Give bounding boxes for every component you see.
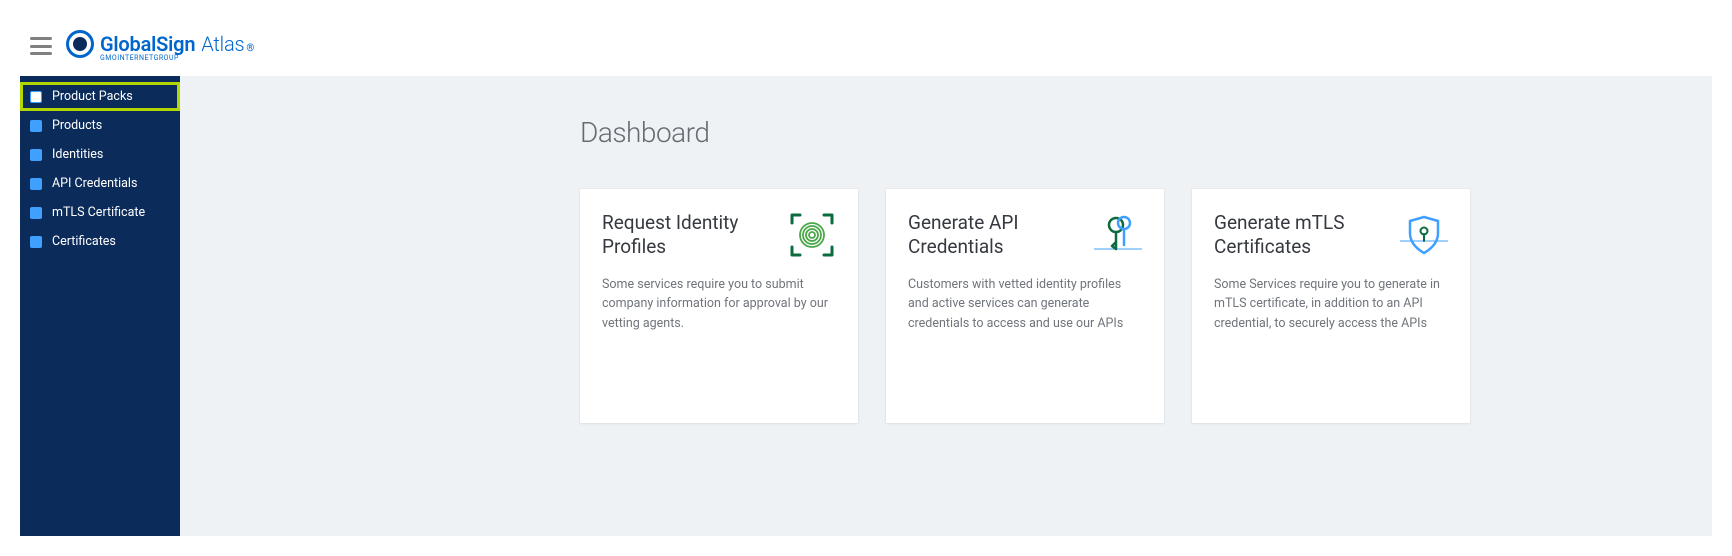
sidebar-item-identities[interactable]: Identities [20,140,180,169]
sidebar-item-api-credentials[interactable]: API Credentials [20,169,180,198]
logo-product: Atlas [201,32,244,56]
card-description: Customers with vetted identity profiles … [908,275,1142,333]
sidebar-item-label: Products [52,118,102,133]
box-icon [30,91,42,103]
logo[interactable]: GlobalSign Atlas ® GMOINTERNETGROUP [66,30,254,62]
sidebar-item-label: Product Packs [52,89,133,104]
id-icon [30,149,42,161]
topbar: GlobalSign Atlas ® GMOINTERNETGROUP [20,20,1712,76]
card-title: Request Identity Profiles [602,211,762,259]
shield-icon [1400,211,1448,259]
logo-brand: GlobalSign [100,32,195,56]
sidebar: Product Packs Products Identities API Cr… [20,76,180,536]
card-generate-api-credentials[interactable]: Generate API Credentials Customers with … [886,189,1164,423]
card-request-identity-profiles[interactable]: Request Identity Profiles Some services [580,189,858,423]
card-generate-mtls-certificates[interactable]: Generate mTLS Certificates Some Services… [1192,189,1470,423]
card-description: Some services require you to submit comp… [602,275,836,333]
main-content: Dashboard Request Identity Profiles [180,76,1712,536]
sidebar-item-mtls-certificate[interactable]: mTLS Certificate [20,198,180,227]
sidebar-item-label: Identities [52,147,103,162]
page-title: Dashboard [580,116,1672,149]
keys-icon [1094,211,1142,259]
shield-small-icon [30,207,42,219]
sidebar-item-product-packs[interactable]: Product Packs [20,82,180,111]
cert-icon [30,236,42,248]
dashboard-cards: Request Identity Profiles Some services [580,189,1672,423]
tag-icon [30,120,42,132]
menu-toggle-icon[interactable] [30,37,52,55]
sidebar-item-label: mTLS Certificate [52,205,145,220]
fingerprint-icon [788,211,836,259]
sidebar-item-certificates[interactable]: Certificates [20,227,180,256]
card-title: Generate mTLS Certificates [1214,211,1374,259]
sidebar-item-label: Certificates [52,234,116,249]
key-icon [30,178,42,190]
card-title: Generate API Credentials [908,211,1068,259]
logo-registered: ® [246,43,254,54]
card-description: Some Services require you to generate in… [1214,275,1448,333]
logo-eye-icon [66,30,94,58]
sidebar-item-products[interactable]: Products [20,111,180,140]
sidebar-item-label: API Credentials [52,176,137,191]
